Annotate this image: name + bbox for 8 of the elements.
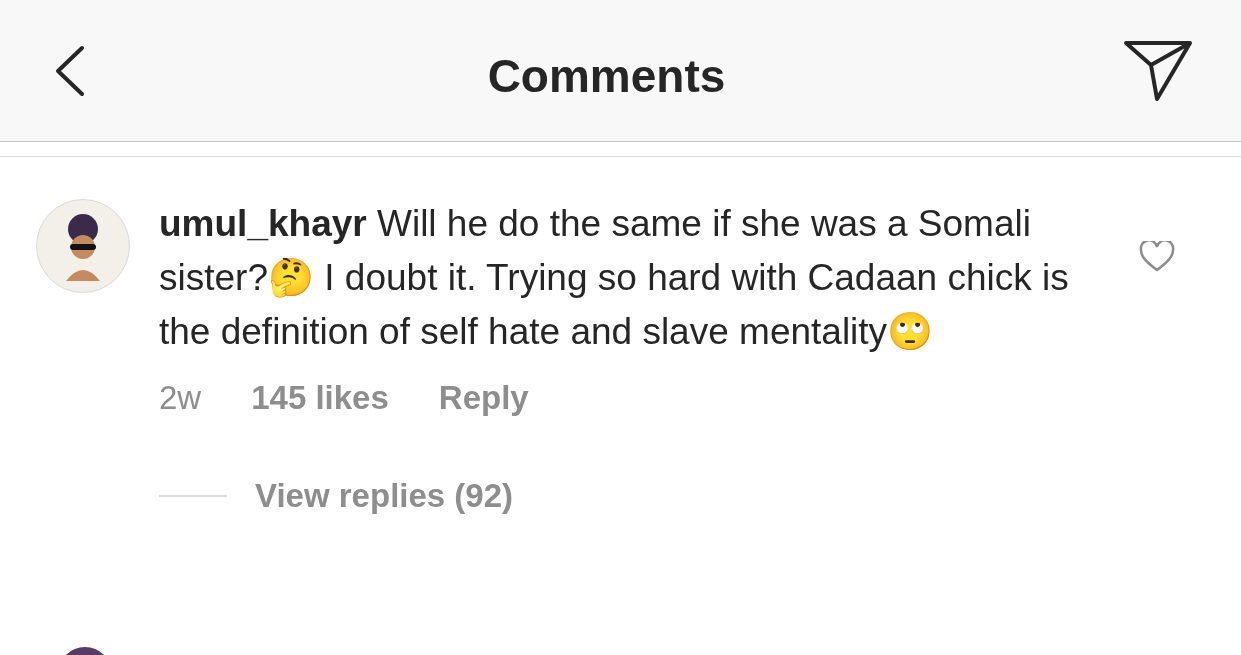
comment-text: umul_khayr Will he do the same if she was a Somali sister?🤔 I doubt it. Trying so hard with Cadaan chick is the definition of self hate and slave mentality🙄 <box>159 202 1070 354</box>
page-title: Comments <box>487 48 726 103</box>
comment-age: 2w <box>159 379 202 417</box>
reply-link[interactable]: Reply <box>438 379 529 417</box>
view-replies-link[interactable]: View replies (92) <box>255 477 514 515</box>
heart-icon[interactable] <box>1139 241 1175 273</box>
likes-count[interactable]: 145 likes <box>251 379 389 417</box>
paper-plane-icon[interactable] <box>1123 38 1193 103</box>
